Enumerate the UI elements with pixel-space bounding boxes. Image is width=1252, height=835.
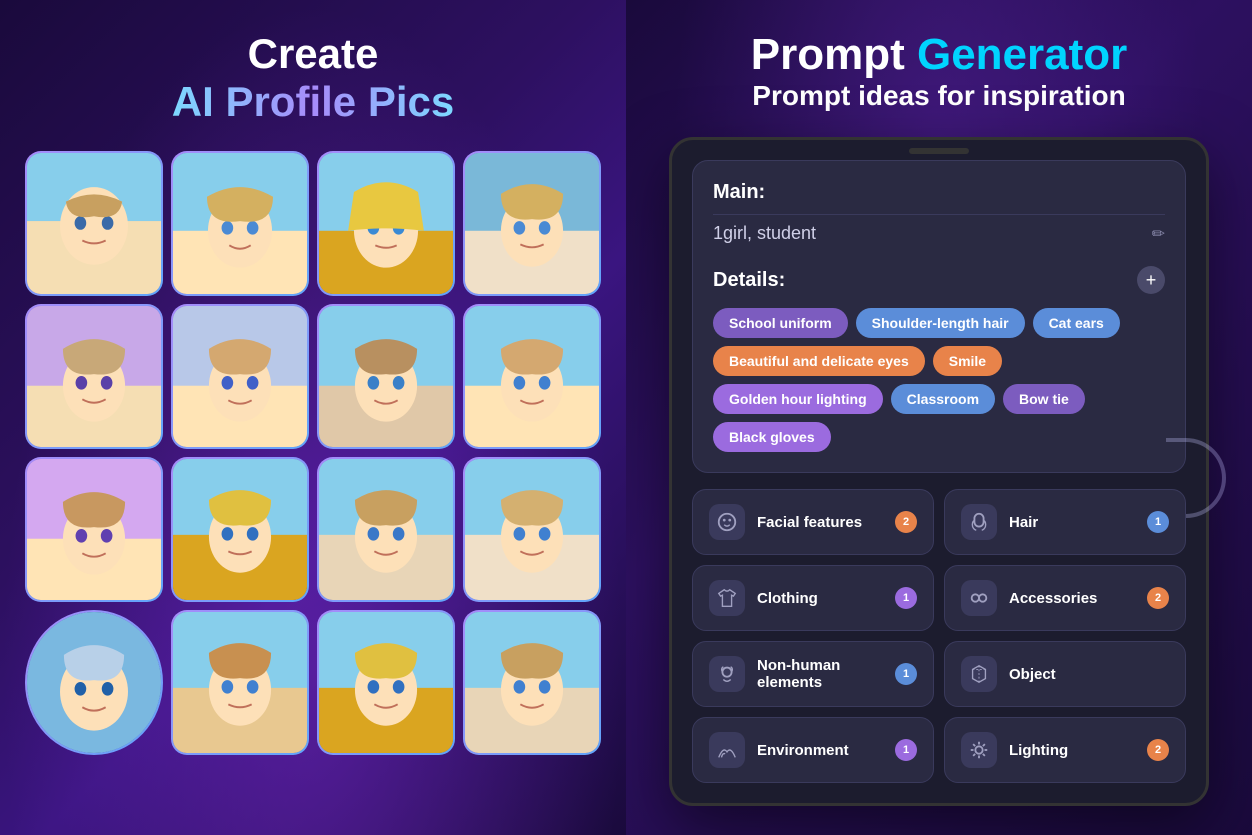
category-non-human[interactable]: Non-human elements 1: [692, 641, 934, 707]
image-grid: [25, 151, 601, 755]
facial-label: Facial features: [757, 514, 883, 531]
lighting-label: Lighting: [1009, 742, 1135, 759]
environment-badge: 1: [895, 739, 917, 761]
title-subtitle: Prompt ideas for inspiration: [751, 80, 1128, 112]
grid-cell[interactable]: [171, 610, 309, 755]
grid-cell[interactable]: [463, 151, 601, 296]
left-title: Create AI Profile Pics: [172, 30, 454, 126]
edit-icon[interactable]: ✏: [1152, 224, 1165, 244]
lighting-badge: 2: [1147, 739, 1169, 761]
tag-beautiful-eyes[interactable]: Beautiful and delicate eyes: [713, 346, 925, 376]
prompt-card: Main: 1girl, student ✏ Details: + School…: [692, 160, 1186, 473]
hair-icon: [961, 504, 997, 540]
hair-label: Hair: [1009, 514, 1135, 531]
category-grid: Facial features 2 Hair 1: [692, 489, 1186, 783]
tag-golden-hour[interactable]: Golden hour lighting: [713, 384, 883, 414]
right-title: Prompt Generator Prompt ideas for inspir…: [751, 30, 1128, 112]
category-facial-features[interactable]: Facial features 2: [692, 489, 934, 555]
grid-cell[interactable]: [171, 304, 309, 449]
right-panel: Prompt Generator Prompt ideas for inspir…: [626, 0, 1252, 835]
accessories-badge: 2: [1147, 587, 1169, 609]
environment-label: Environment: [757, 742, 883, 759]
tag-classroom[interactable]: Classroom: [891, 384, 995, 414]
category-accessories[interactable]: Accessories 2: [944, 565, 1186, 631]
tag-black-gloves[interactable]: Black gloves: [713, 422, 831, 452]
grid-cell[interactable]: [317, 151, 455, 296]
tag-cat-ears[interactable]: Cat ears: [1033, 308, 1120, 338]
clothing-label: Clothing: [757, 590, 883, 607]
accessories-label: Accessories: [1009, 590, 1135, 607]
left-title-create: Create: [172, 30, 454, 78]
category-object[interactable]: Object: [944, 641, 1186, 707]
hair-badge: 1: [1147, 511, 1169, 533]
tag-smile[interactable]: Smile: [933, 346, 1002, 376]
tablet-device: Main: 1girl, student ✏ Details: + School…: [669, 137, 1209, 806]
grid-cell[interactable]: [317, 457, 455, 602]
category-lighting[interactable]: Lighting 2: [944, 717, 1186, 783]
details-header: Details: +: [713, 266, 1165, 294]
non-human-icon: [709, 656, 745, 692]
grid-cell[interactable]: [317, 304, 455, 449]
title-prompt: Prompt: [751, 30, 905, 79]
tag-school-uniform[interactable]: School uniform: [713, 308, 848, 338]
clothing-icon: [709, 580, 745, 616]
grid-cell[interactable]: [25, 304, 163, 449]
grid-cell[interactable]: [25, 457, 163, 602]
facial-badge: 2: [895, 511, 917, 533]
environment-icon: [709, 732, 745, 768]
accessories-icon: [961, 580, 997, 616]
title-generator: Generator: [917, 30, 1127, 79]
tag-bow-tie[interactable]: Bow tie: [1003, 384, 1085, 414]
category-environment[interactable]: Environment 1: [692, 717, 934, 783]
left-title-sub: AI Profile Pics: [172, 78, 454, 126]
object-label: Object: [1009, 666, 1169, 683]
main-value-text: 1girl, student: [713, 223, 816, 244]
grid-cell[interactable]: [317, 610, 455, 755]
grid-cell[interactable]: [463, 610, 601, 755]
tag-shoulder-hair[interactable]: Shoulder-length hair: [856, 308, 1025, 338]
grid-cell[interactable]: [171, 151, 309, 296]
add-detail-button[interactable]: +: [1137, 266, 1165, 294]
tags-container: School uniform Shoulder-length hair Cat …: [713, 308, 1165, 452]
grid-cell[interactable]: [463, 457, 601, 602]
non-human-badge: 1: [895, 663, 917, 685]
grid-cell-circle[interactable]: [25, 610, 163, 755]
main-value-row: 1girl, student ✏: [713, 214, 1165, 252]
grid-cell[interactable]: [171, 457, 309, 602]
category-hair[interactable]: Hair 1: [944, 489, 1186, 555]
clothing-badge: 1: [895, 587, 917, 609]
left-panel: Create AI Profile Pics: [0, 0, 626, 835]
facial-icon: [709, 504, 745, 540]
grid-cell[interactable]: [463, 304, 601, 449]
category-clothing[interactable]: Clothing 1: [692, 565, 934, 631]
object-icon: [961, 656, 997, 692]
grid-cell[interactable]: [25, 151, 163, 296]
non-human-label: Non-human elements: [757, 657, 883, 691]
main-section-label: Main:: [713, 181, 1165, 204]
details-label: Details:: [713, 269, 785, 292]
lighting-icon: [961, 732, 997, 768]
